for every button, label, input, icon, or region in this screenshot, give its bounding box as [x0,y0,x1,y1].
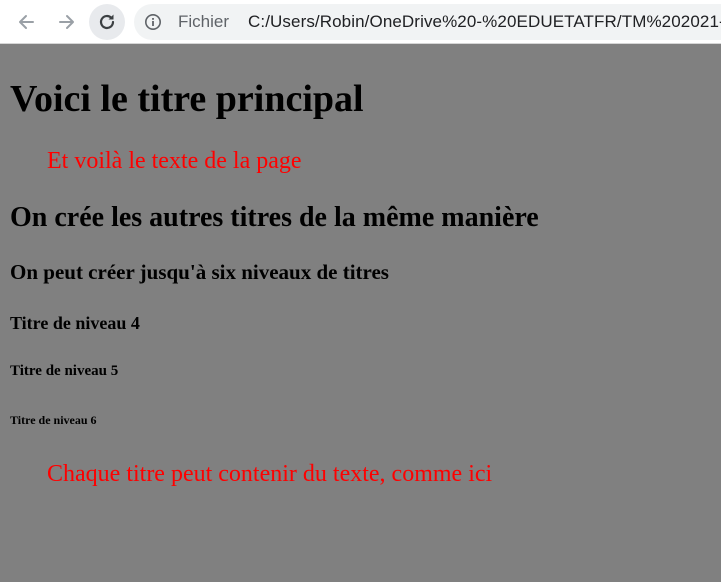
address-bar[interactable]: Fichier C:/Users/Robin/OneDrive%20-%20ED… [134,4,721,40]
heading-level-6: Titre de niveau 6 [10,413,97,427]
intro-paragraph: Et voilà le texte de la page [47,148,302,174]
heading-level-5: Titre de niveau 5 [10,363,119,379]
reload-icon [97,12,117,32]
main-heading: Voici le titre principal [10,78,364,120]
arrow-right-icon [58,13,76,31]
forward-button[interactable] [49,4,85,40]
heading-level-2: On crée les autres titres de la même man… [10,202,539,233]
info-icon[interactable] [144,13,162,31]
browser-toolbar: Fichier C:/Users/Robin/OneDrive%20-%20ED… [0,0,721,44]
heading-level-4: Titre de niveau 4 [10,313,140,333]
reload-button[interactable] [89,4,125,40]
closing-paragraph: Chaque titre peut contenir du texte, com… [47,461,493,487]
heading-level-3: On peut créer jusqu'à six niveaux de tit… [10,260,389,284]
url-text[interactable]: C:/Users/Robin/OneDrive%20-%20EDUETATFR/… [248,12,721,32]
back-button[interactable] [8,4,44,40]
url-scheme-label: Fichier [178,12,230,31]
arrow-left-icon [17,13,35,31]
